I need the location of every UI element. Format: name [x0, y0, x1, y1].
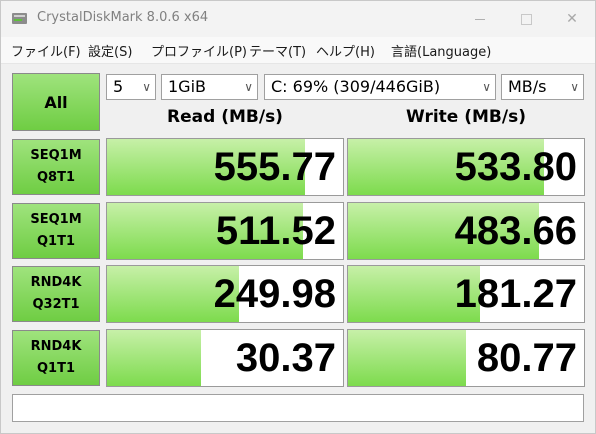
app-window: CrystalDiskMark 8.0.6 x64 ✕ ファイル(F) 設定(S…: [0, 0, 596, 434]
menu-settings[interactable]: 設定(S): [88, 41, 132, 60]
title-bar[interactable]: CrystalDiskMark 8.0.6 x64 ✕: [1, 1, 595, 37]
read-result-seq1m-q1t1: 511.52: [106, 202, 344, 260]
test-label-line1: SEQ1M: [30, 212, 82, 227]
test-label-line1: RND4K: [30, 275, 82, 290]
write-value: 80.77: [476, 336, 577, 380]
test-label-line2: Q32T1: [32, 297, 80, 312]
read-bar: [107, 330, 202, 386]
unit-value: MB/s: [508, 77, 547, 96]
chevron-down-icon: ∨: [142, 80, 151, 94]
close-button[interactable]: ✕: [549, 1, 595, 37]
test-label-line1: RND4K: [30, 339, 82, 354]
write-result-rnd4k-q1t1: 80.77: [347, 329, 585, 387]
read-value: 30.37: [235, 336, 336, 380]
read-result-seq1m-q8t1: 555.77: [106, 138, 344, 196]
benchmark-panel: All 5 ∨ 1GiB ∨ C: 69% (309/446GiB) ∨ MB/…: [1, 64, 595, 433]
menu-language[interactable]: 言語(Language): [391, 41, 491, 60]
drive-value: C: 69% (309/446GiB): [271, 77, 441, 96]
menu-file[interactable]: ファイル(F): [11, 41, 81, 60]
menu-bar: ファイル(F) 設定(S) プロファイル(P) テーマ(T) ヘルプ(H) 言語…: [1, 37, 595, 64]
test-button-seq1m-q8t1[interactable]: SEQ1M Q8T1: [12, 139, 100, 195]
chevron-down-icon: ∨: [482, 80, 491, 94]
minimize-icon: [475, 18, 485, 20]
write-result-rnd4k-q32t1: 181.27: [347, 265, 585, 323]
write-column-header: Write (MB/s): [406, 107, 526, 127]
write-value: 533.80: [454, 145, 577, 189]
test-button-rnd4k-q32t1[interactable]: RND4K Q32T1: [12, 266, 100, 322]
window-title: CrystalDiskMark 8.0.6 x64: [37, 10, 209, 25]
write-bar: [348, 330, 466, 386]
write-value: 483.66: [454, 209, 577, 253]
close-icon: ✕: [566, 11, 578, 27]
drive-select[interactable]: C: 69% (309/446GiB) ∨: [264, 74, 496, 100]
menu-profile[interactable]: プロファイル(P): [151, 41, 247, 60]
test-label-line2: Q8T1: [36, 170, 75, 185]
test-label-line1: SEQ1M: [30, 148, 82, 163]
maximize-button[interactable]: [503, 1, 549, 37]
chevron-down-icon: ∨: [244, 80, 253, 94]
write-result-seq1m-q1t1: 483.66: [347, 202, 585, 260]
test-size-value: 1GiB: [168, 77, 206, 96]
run-all-button[interactable]: All: [12, 73, 100, 131]
read-value: 555.77: [213, 145, 336, 189]
minimize-button[interactable]: [457, 1, 503, 37]
maximize-icon: [520, 13, 532, 25]
test-button-rnd4k-q1t1[interactable]: RND4K Q1T1: [12, 330, 100, 386]
test-label-line2: Q1T1: [36, 361, 75, 376]
menu-help[interactable]: ヘルプ(H): [316, 41, 375, 60]
read-column-header: Read (MB/s): [167, 107, 283, 127]
app-disk-icon: [12, 13, 27, 24]
test-count-value: 5: [113, 77, 124, 96]
write-value: 181.27: [454, 272, 577, 316]
read-result-rnd4k-q1t1: 30.37: [106, 329, 344, 387]
read-result-rnd4k-q32t1: 249.98: [106, 265, 344, 323]
chevron-down-icon: ∨: [570, 80, 579, 94]
write-result-seq1m-q8t1: 533.80: [347, 138, 585, 196]
read-value: 249.98: [213, 272, 336, 316]
test-label-line2: Q1T1: [36, 234, 75, 249]
test-size-select[interactable]: 1GiB ∨: [161, 74, 258, 100]
read-value: 511.52: [215, 209, 336, 253]
test-button-seq1m-q1t1[interactable]: SEQ1M Q1T1: [12, 203, 100, 259]
unit-select[interactable]: MB/s ∨: [501, 74, 584, 100]
menu-theme[interactable]: テーマ(T): [249, 41, 306, 60]
comment-input[interactable]: [12, 394, 584, 422]
test-count-select[interactable]: 5 ∨: [106, 74, 156, 100]
